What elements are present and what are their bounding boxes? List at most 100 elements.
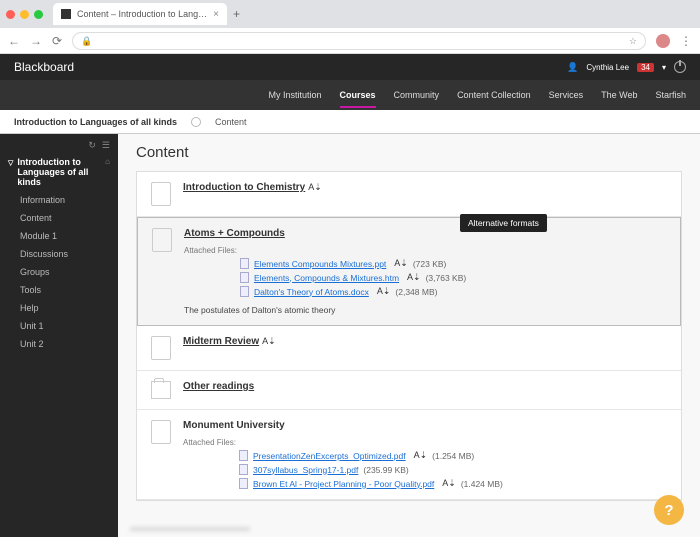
logo: Blackboard <box>14 60 74 74</box>
nav-starfish[interactable]: Starfish <box>655 90 686 100</box>
profile-avatar[interactable] <box>656 34 670 48</box>
sidebar-pin-icon[interactable] <box>0 137 6 149</box>
sidebar-item-discussions[interactable]: Discussions <box>0 245 118 263</box>
layout: ↻ ☰ ▽ Introduction to Languages of all k… <box>0 134 700 537</box>
attached-file-row: Brown Et Al - Project Planning - Poor Qu… <box>239 478 667 489</box>
sidebar-item-help[interactable]: Help <box>0 299 118 317</box>
file-icon <box>151 420 171 444</box>
nav-the-web[interactable]: The Web <box>601 90 637 100</box>
sidebar-tools: ↻ ☰ <box>0 138 118 153</box>
menu-icon[interactable]: ⋮ <box>680 34 692 48</box>
alt-format-icon[interactable]: A⇣ <box>407 272 421 283</box>
attached-file-row: 307syllabus_Spring17-1.pdf (235.99 KB) <box>239 464 667 475</box>
power-icon[interactable] <box>674 61 686 73</box>
back-icon[interactable]: ← <box>8 34 20 48</box>
nav-services[interactable]: Services <box>549 90 584 100</box>
sidebar: ↻ ☰ ▽ Introduction to Languages of all k… <box>0 134 118 537</box>
crumb-chip-icon[interactable] <box>191 117 201 127</box>
tooltip: Alternative formats <box>460 214 547 232</box>
tab-close-icon[interactable]: × <box>213 9 219 20</box>
sidebar-course-head[interactable]: ▽ Introduction to Languages of all kinds… <box>0 153 118 191</box>
file-link[interactable]: Elements, Compounds & Mixtures.htm <box>254 273 399 283</box>
user-name: Cynthia Lee <box>586 63 629 72</box>
document-icon <box>240 286 249 297</box>
attached-label: Attached Files: <box>183 438 236 447</box>
content-entry: Introduction to ChemistryA⇣ <box>137 172 681 217</box>
nav-content-collection[interactable]: Content Collection <box>457 90 531 100</box>
alt-format-icon[interactable]: A⇣ <box>377 286 391 297</box>
alt-format-icon[interactable]: A⇣ <box>394 258 408 269</box>
sidebar-item-module-1[interactable]: Module 1 <box>0 227 118 245</box>
content-entry: Other readings <box>137 371 681 410</box>
user-icon: 👤 <box>567 62 578 73</box>
home-icon[interactable]: ⌂ <box>105 157 110 166</box>
entry-title[interactable]: Midterm Review <box>183 336 259 347</box>
document-icon <box>240 272 249 283</box>
notification-badge[interactable]: 34 <box>637 63 654 72</box>
content-entry: Midterm ReviewA⇣ <box>137 326 681 371</box>
browser-tab[interactable]: Content – Introduction to Lang… × <box>53 3 227 25</box>
user-area[interactable]: 👤 Cynthia Lee 34 ▾ <box>567 61 686 73</box>
attached-file-row: PresentationZenExcerpts_Optimized.pdf A⇣ (… <box>239 450 667 461</box>
file-link[interactable]: PresentationZenExcerpts_Optimized.pdf <box>253 451 406 461</box>
close-dot[interactable] <box>6 10 15 19</box>
entry-title[interactable]: Introduction to Chemistry <box>183 182 305 193</box>
caret-down-icon: ▽ <box>8 159 13 167</box>
help-fab[interactable]: ? <box>654 495 684 525</box>
sidebar-item-unit-2[interactable]: Unit 2 <box>0 335 118 353</box>
file-size: (3,763 KB) <box>426 273 467 283</box>
entry-title[interactable]: Atoms + Compounds <box>184 228 285 239</box>
chevron-down-icon[interactable]: ▾ <box>662 63 666 72</box>
max-dot[interactable] <box>34 10 43 19</box>
file-size: (2,348 MB) <box>395 287 437 297</box>
alt-format-icon[interactable]: A⇣ <box>308 182 322 192</box>
entry-title[interactable]: Other readings <box>183 381 254 392</box>
sidebar-course-title: Introduction to Languages of all kinds <box>17 157 101 187</box>
file-size: (1.424 MB) <box>461 479 503 489</box>
reload-icon[interactable]: ⟳ <box>52 34 62 48</box>
omnibox[interactable]: 🔒 ☆ <box>72 32 646 50</box>
attached-label: Attached Files: <box>184 246 237 255</box>
nav-my-institution[interactable]: My Institution <box>269 90 322 100</box>
crumb-course[interactable]: Introduction to Languages of all kinds <box>14 117 177 127</box>
bookmark-icon[interactable]: ☆ <box>629 36 637 47</box>
alt-format-icon[interactable]: A⇣ <box>414 450 428 461</box>
sidebar-item-groups[interactable]: Groups <box>0 263 118 281</box>
file-link[interactable]: Elements Compounds Mixtures.ppt <box>254 259 386 269</box>
nav-courses[interactable]: Courses <box>340 90 376 108</box>
file-link[interactable]: Brown Et Al - Project Planning - Poor Qu… <box>253 479 434 489</box>
attached-file-row: Elements Compounds Mixtures.pptA⇣(723 KB… <box>240 258 666 269</box>
crumb-page[interactable]: Content <box>215 117 247 127</box>
brand-bar: Blackboard 👤 Cynthia Lee 34 ▾ <box>0 54 700 80</box>
forward-icon[interactable]: → <box>30 34 42 48</box>
sidebar-item-content[interactable]: Content <box>0 209 118 227</box>
min-dot[interactable] <box>20 10 29 19</box>
lock-icon: 🔒 <box>81 36 92 47</box>
list-icon[interactable]: ☰ <box>102 140 110 151</box>
favicon <box>61 9 71 19</box>
sidebar-item-tools[interactable]: Tools <box>0 281 118 299</box>
file-link[interactable]: Dalton's Theory of Atoms.docx <box>254 287 369 297</box>
alt-format-icon[interactable]: A⇣ <box>442 478 456 489</box>
refresh-icon[interactable]: ↻ <box>88 140 96 151</box>
shadow <box>130 527 250 531</box>
file-link[interactable]: 307syllabus_Spring17-1.pdf <box>253 465 358 475</box>
document-icon <box>239 464 248 475</box>
file-size: (1.254 MB) <box>432 451 474 461</box>
tab-title: Content – Introduction to Lang… <box>77 9 207 19</box>
nav-community[interactable]: Community <box>394 90 440 100</box>
file-size: (235.99 KB) <box>363 465 408 475</box>
main-nav: My Institution Courses Community Content Co… <box>0 80 700 110</box>
alt-format-icon[interactable]: A⇣ <box>262 336 276 346</box>
main-content: Content Introduction to ChemistryA⇣Alter… <box>118 134 700 537</box>
sidebar-item-information[interactable]: Information <box>0 191 118 209</box>
window-controls[interactable] <box>6 10 43 19</box>
folder-icon <box>151 381 171 399</box>
sidebar-item-unit-1[interactable]: Unit 1 <box>0 317 118 335</box>
breadcrumb: Introduction to Languages of all kinds C… <box>0 110 700 134</box>
entry-title[interactable]: Monument University <box>183 420 285 431</box>
new-tab-icon[interactable]: + <box>233 7 240 21</box>
content-entry: Alternative formats Atoms + Compounds Atta… <box>137 217 681 326</box>
file-icon <box>152 228 172 252</box>
document-icon <box>239 450 248 461</box>
